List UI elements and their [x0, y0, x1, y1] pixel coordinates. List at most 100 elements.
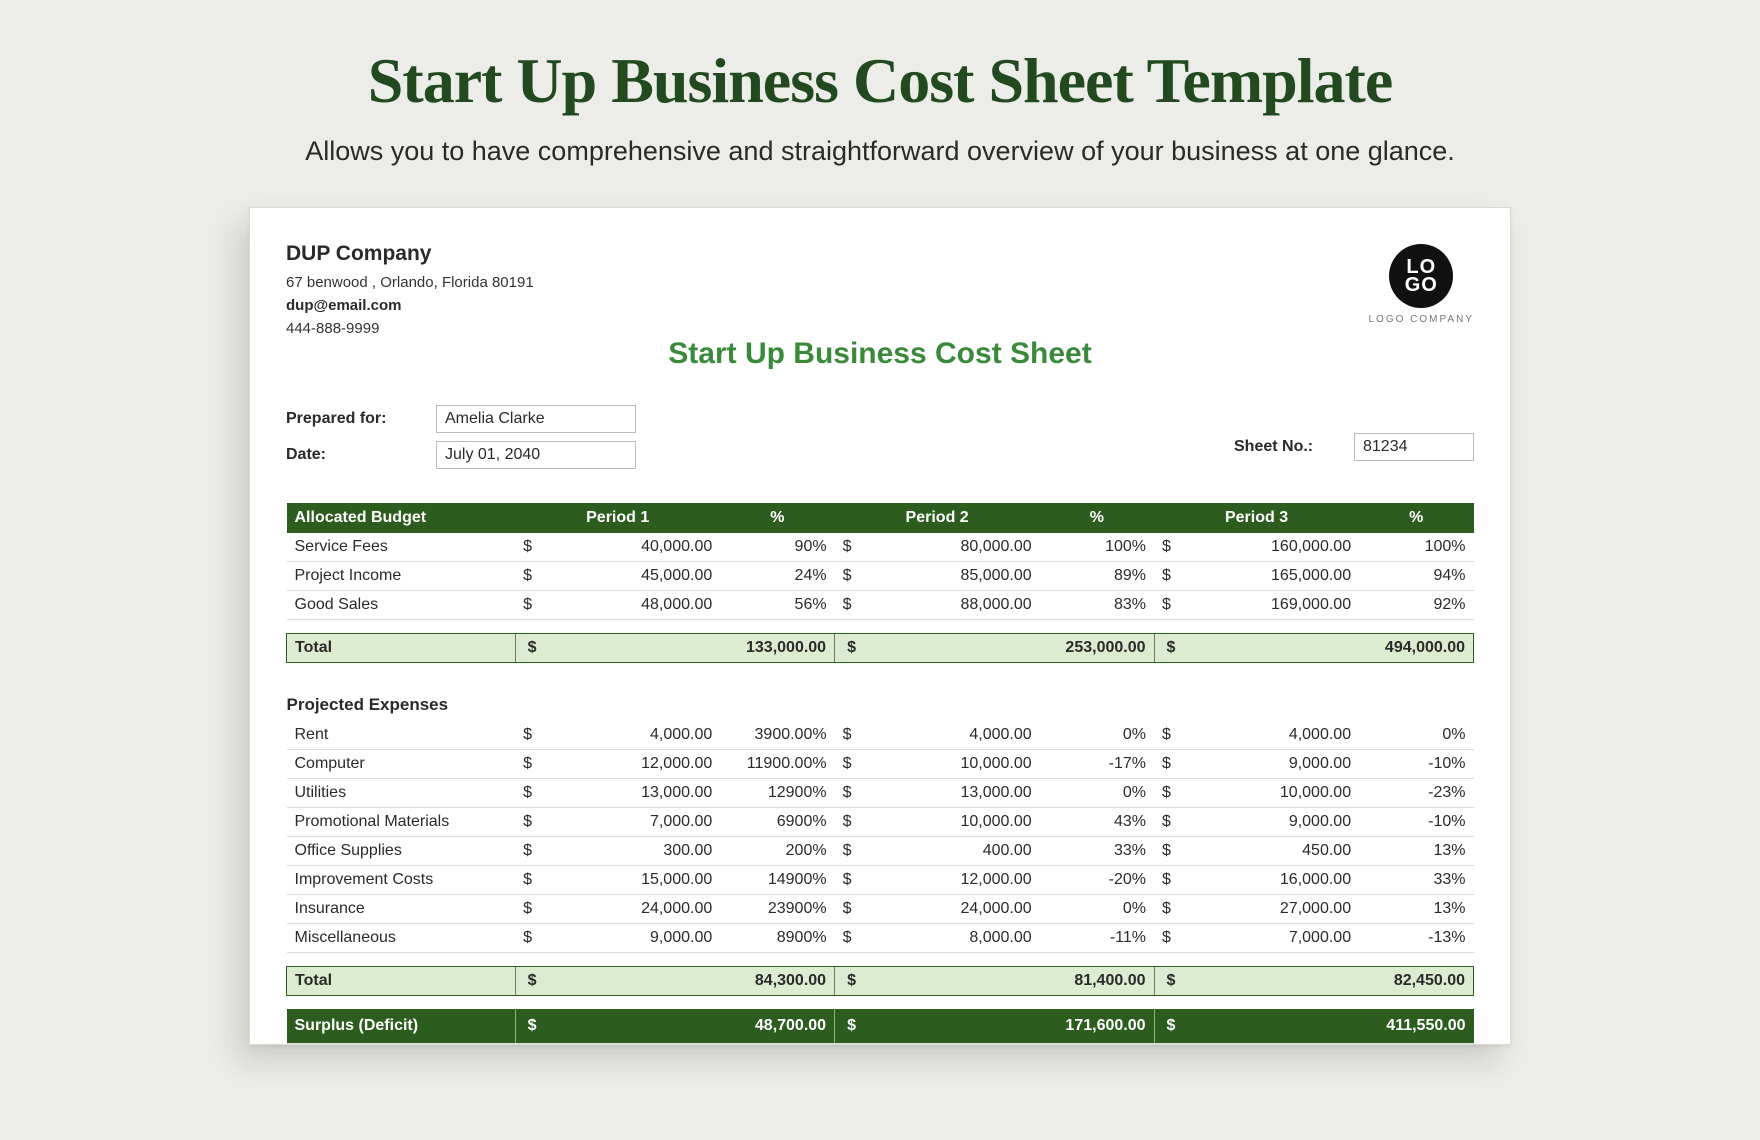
expenses-total-p3: 82,450.00: [1188, 966, 1474, 995]
expenses-total-p2: 81,400.00: [868, 966, 1154, 995]
row-label: Service Fees: [287, 533, 516, 562]
budget-total-p3: 494,000.00: [1188, 634, 1474, 663]
sheet-no-label: Sheet No.:: [1234, 438, 1344, 456]
row-pct3: 94%: [1359, 562, 1473, 591]
table-row: Office Supplies$300.00200%$400.0033%$450…: [287, 836, 1474, 865]
table-row: Computer$12,000.0011900.00%$10,000.00-17…: [287, 749, 1474, 778]
currency-symbol: $: [835, 749, 869, 778]
currency-symbol: $: [835, 778, 869, 807]
row-pct3: 13%: [1359, 836, 1473, 865]
table-row: Promotional Materials$7,000.006900%$10,0…: [287, 807, 1474, 836]
row-p3: 160,000.00: [1188, 533, 1359, 562]
row-p2: 4,000.00: [868, 721, 1039, 750]
sheet-no-value[interactable]: 81234: [1354, 433, 1474, 461]
row-pct3: 0%: [1359, 721, 1473, 750]
currency-symbol: $: [835, 562, 869, 591]
currency-symbol: $: [515, 923, 549, 952]
currency-symbol: $: [835, 1009, 869, 1044]
row-p2: 10,000.00: [868, 749, 1039, 778]
company-address: 67 benwood , Orlando, Florida 80191: [286, 274, 534, 291]
logo-label: LOGO COMPANY: [1369, 314, 1475, 325]
th-p3: Period 3: [1154, 503, 1359, 533]
row-p1: 45,000.00: [549, 562, 720, 591]
currency-symbol: $: [835, 894, 869, 923]
date-value[interactable]: July 01, 2040: [436, 441, 636, 469]
currency-symbol: $: [515, 778, 549, 807]
budget-total-row: Total $ 133,000.00 $ 253,000.00 $ 494,00…: [287, 634, 1474, 663]
table-row: Utilities$13,000.0012900%$13,000.000%$10…: [287, 778, 1474, 807]
currency-symbol: $: [1154, 807, 1188, 836]
row-p2: 88,000.00: [868, 591, 1039, 620]
projected-expenses-label: Projected Expenses: [287, 677, 1474, 721]
row-pct2: 100%: [1040, 533, 1154, 562]
row-pct3: 13%: [1359, 894, 1473, 923]
table-row: Insurance$24,000.0023900%$24,000.000%$27…: [287, 894, 1474, 923]
row-p3: 9,000.00: [1188, 749, 1359, 778]
row-p1: 48,000.00: [549, 591, 720, 620]
row-p3: 4,000.00: [1188, 721, 1359, 750]
table-row: Service Fees$40,000.0090%$80,000.00100%$…: [287, 533, 1474, 562]
row-p1: 300.00: [549, 836, 720, 865]
row-pct2: 0%: [1040, 894, 1154, 923]
budget-total-label: Total: [287, 634, 516, 663]
row-label: Utilities: [287, 778, 516, 807]
row-p3: 169,000.00: [1188, 591, 1359, 620]
row-pct3: 33%: [1359, 865, 1473, 894]
company-name: DUP Company: [286, 242, 534, 266]
currency-symbol: $: [835, 721, 869, 750]
row-p1: 7,000.00: [549, 807, 720, 836]
currency-symbol: $: [835, 807, 869, 836]
surplus-label: Surplus (Deficit): [287, 1009, 516, 1044]
row-p2: 10,000.00: [868, 807, 1039, 836]
prepared-for-value[interactable]: Amelia Clarke: [436, 405, 636, 433]
row-p1: 40,000.00: [549, 533, 720, 562]
row-label: Computer: [287, 749, 516, 778]
row-pct1: 56%: [720, 591, 834, 620]
row-pct2: -20%: [1040, 865, 1154, 894]
currency-symbol: $: [1154, 966, 1188, 995]
surplus-row: Surplus (Deficit) $ 48,700.00 $ 171,600.…: [287, 1009, 1474, 1044]
surplus-p2: 171,600.00: [868, 1009, 1154, 1044]
logo: LO GO LOGO COMPANY: [1369, 244, 1475, 325]
currency-symbol: $: [835, 966, 869, 995]
date-label: Date:: [286, 446, 426, 464]
row-p3: 10,000.00: [1188, 778, 1359, 807]
page-title: Start Up Business Cost Sheet Template: [0, 0, 1760, 118]
row-pct2: -11%: [1040, 923, 1154, 952]
row-pct1: 90%: [720, 533, 834, 562]
row-p3: 27,000.00: [1188, 894, 1359, 923]
currency-symbol: $: [515, 1009, 549, 1044]
currency-symbol: $: [1154, 562, 1188, 591]
row-label: Office Supplies: [287, 836, 516, 865]
row-pct2: 43%: [1040, 807, 1154, 836]
row-pct1: 24%: [720, 562, 834, 591]
table-row: Project Income$45,000.0024%$85,000.0089%…: [287, 562, 1474, 591]
row-p1: 13,000.00: [549, 778, 720, 807]
currency-symbol: $: [515, 966, 549, 995]
currency-symbol: $: [515, 562, 549, 591]
logo-icon: LO GO: [1389, 244, 1453, 308]
row-label: Improvement Costs: [287, 865, 516, 894]
row-pct3: -10%: [1359, 807, 1473, 836]
currency-symbol: $: [1154, 778, 1188, 807]
row-pct1: 200%: [720, 836, 834, 865]
currency-symbol: $: [1154, 634, 1188, 663]
row-pct2: 0%: [1040, 721, 1154, 750]
row-p1: 9,000.00: [549, 923, 720, 952]
row-pct3: -23%: [1359, 778, 1473, 807]
budget-total-p1: 133,000.00: [549, 634, 835, 663]
row-pct1: 11900.00%: [720, 749, 834, 778]
cost-table: Allocated Budget Period 1 % Period 2 % P…: [286, 503, 1474, 1044]
row-label: Rent: [287, 721, 516, 750]
row-pct2: 83%: [1040, 591, 1154, 620]
currency-symbol: $: [515, 865, 549, 894]
currency-symbol: $: [515, 591, 549, 620]
currency-symbol: $: [1154, 836, 1188, 865]
currency-symbol: $: [835, 591, 869, 620]
row-pct1: 23900%: [720, 894, 834, 923]
expenses-total-label: Total: [287, 966, 516, 995]
currency-symbol: $: [515, 634, 549, 663]
table-row: Rent$4,000.003900.00%$4,000.000%$4,000.0…: [287, 721, 1474, 750]
currency-symbol: $: [1154, 894, 1188, 923]
row-pct2: 89%: [1040, 562, 1154, 591]
